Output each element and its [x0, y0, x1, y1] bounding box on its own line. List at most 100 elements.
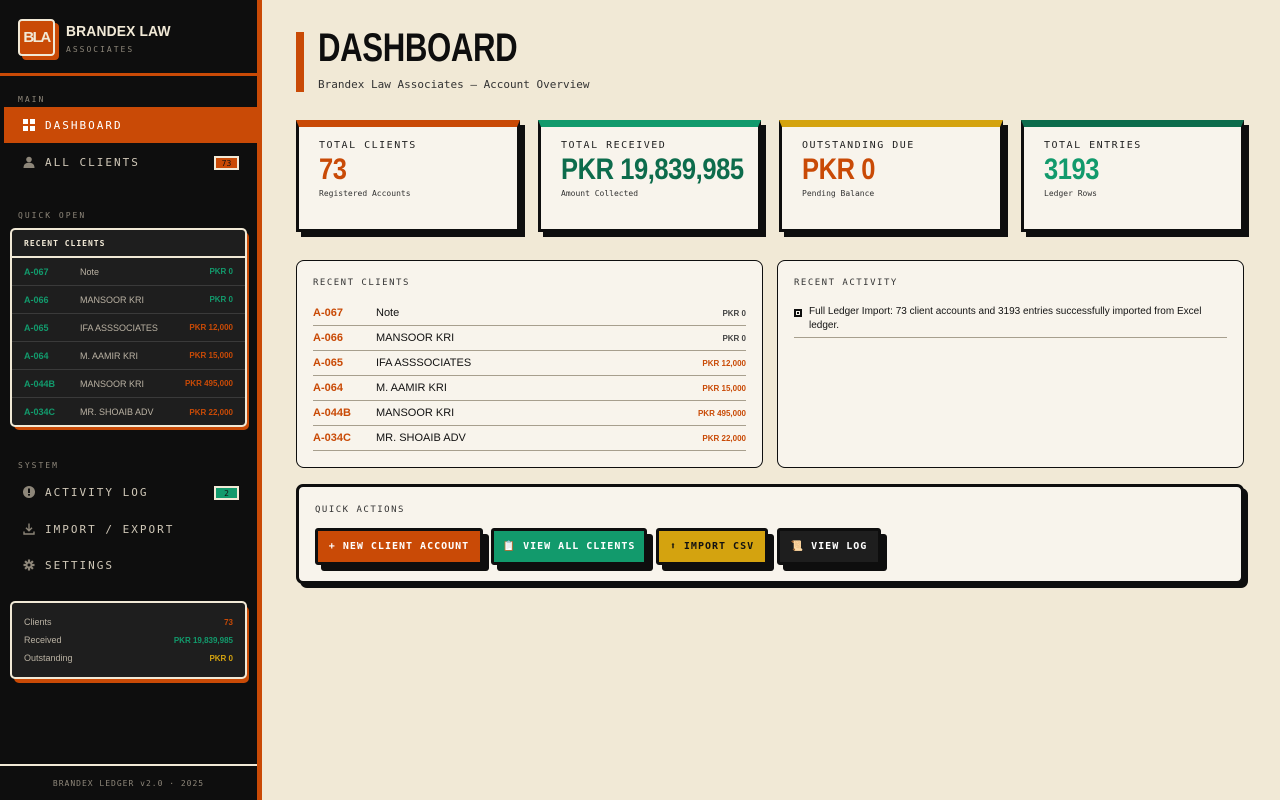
client-name: IFA ASSSOCIATES — [80, 322, 158, 333]
client-row[interactable]: A-064 M. AAMIR KRI PKR 15,000 — [313, 376, 746, 401]
nav-all-clients[interactable]: ALL CLIENTS 73 — [4, 144, 257, 180]
client-name: M. AAMIR KRI — [376, 382, 447, 394]
quick-client-row[interactable]: A-065 IFA ASSSOCIATES PKR 12,000 — [12, 314, 245, 342]
gear-icon — [22, 558, 36, 572]
nav-settings[interactable]: SETTINGS — [4, 547, 257, 583]
client-name: Note — [376, 307, 400, 319]
recent-clients-panel: RECENT CLIENTS A-067 Note PKR 0 A-066 MA… — [296, 260, 763, 468]
page-title: DASHBOARD — [318, 26, 518, 70]
client-amount: PKR 0 — [722, 333, 746, 343]
client-amount: PKR 22,000 — [189, 407, 233, 417]
section-label-quick-open: QUICK OPEN — [18, 211, 87, 220]
client-amount: PKR 22,000 — [702, 433, 746, 443]
sidebar-edge — [257, 0, 262, 800]
card-outstanding-due: OUTSTANDING DUE PKR 0 Pending Balance — [779, 120, 1003, 232]
client-row[interactable]: A-044B MANSOOR KRI PKR 495,000 — [313, 401, 746, 426]
client-amount: PKR 12,000 — [189, 323, 233, 332]
client-name: MANSOOR KRI — [80, 294, 145, 305]
stat-label: Received — [24, 635, 62, 645]
panel-label: RECENT CLIENTS — [313, 278, 410, 288]
brand-header: BLA BRANDEX LAW ASSOCIATES — [0, 0, 257, 76]
import-csv-button[interactable]: ⬆ IMPORT CSV — [656, 528, 768, 565]
card-total-clients: TOTAL CLIENTS 73 Registered Accounts — [296, 120, 520, 232]
brand-name: BRANDEX LAW — [66, 23, 171, 40]
card-total-received: TOTAL RECEIVED PKR 19,839,985 Amount Col… — [538, 120, 761, 232]
client-row[interactable]: A-065 IFA ASSSOCIATES PKR 12,000 — [313, 351, 746, 376]
client-amount: PKR 12,000 — [702, 358, 746, 368]
card-label: TOTAL CLIENTS — [319, 140, 417, 151]
quick-client-row[interactable]: A-067 Note PKR 0 — [12, 258, 245, 286]
card-label: TOTAL RECEIVED — [561, 140, 667, 151]
client-amount: PKR 15,000 — [189, 351, 233, 360]
nav-label: SETTINGS — [45, 558, 114, 572]
view-log-button[interactable]: 📜 VIEW LOG — [777, 528, 881, 565]
client-amount: PKR 0 — [209, 267, 233, 276]
client-name: MANSOOR KRI — [80, 378, 145, 389]
client-id[interactable]: A-065 — [313, 357, 376, 369]
nav-label: ALL CLIENTS — [45, 155, 140, 169]
client-id: A-064 — [24, 350, 49, 361]
client-name: Note — [80, 266, 100, 277]
client-name: MR. SHOAIB ADV — [80, 407, 154, 417]
grid-icon — [22, 118, 36, 132]
new-client-account-button[interactable]: + NEW CLIENT ACCOUNT — [315, 528, 483, 565]
client-id[interactable]: A-044B — [313, 407, 376, 419]
quick-client-row[interactable]: A-064 M. AAMIR KRI PKR 15,000 — [12, 342, 245, 370]
stat-row-clients: Clients 73 — [24, 613, 233, 631]
view-all-clients-button[interactable]: 📋 VIEW ALL CLIENTS — [491, 528, 647, 565]
client-amount: PKR 15,000 — [702, 383, 746, 393]
quick-client-row[interactable]: A-066 MANSOOR KRI PKR 0 — [12, 286, 245, 314]
sidebar: BLA BRANDEX LAW ASSOCIATES MAIN DASHBOAR… — [0, 0, 257, 800]
client-id: A-034C — [24, 407, 56, 417]
stat-value: PKR 19,839,985 — [173, 635, 233, 645]
nav-activity-log[interactable]: ACTIVITY LOG 2 — [4, 474, 257, 510]
quick-panel-title: RECENT CLIENTS — [12, 230, 245, 258]
client-id[interactable]: A-066 — [313, 332, 376, 344]
sidebar-stats-panel: Clients 73 Received PKR 19,839,985 Outst… — [10, 601, 247, 679]
client-row[interactable]: A-067 Note PKR 0 — [313, 301, 746, 326]
quick-actions-panel: QUICK ACTIONS + NEW CLIENT ACCOUNT 📋 VIE… — [296, 484, 1244, 584]
client-name: M. AAMIR KRI — [80, 350, 139, 361]
nav-dashboard[interactable]: DASHBOARD — [4, 107, 257, 143]
panel-label: RECENT ACTIVITY — [794, 278, 898, 288]
stat-value: PKR 0 — [209, 653, 233, 663]
quick-open-panel: RECENT CLIENTS A-067 Note PKR 0 A-066 MA… — [10, 228, 247, 427]
stat-row-received: Received PKR 19,839,985 — [24, 631, 233, 649]
card-value: PKR 0 — [802, 153, 875, 186]
card-total-entries: TOTAL ENTRIES 3193 Ledger Rows — [1021, 120, 1244, 232]
client-id: A-066 — [24, 294, 49, 305]
client-count-badge: 73 — [214, 156, 239, 170]
nav-import-export[interactable]: IMPORT / EXPORT — [4, 511, 257, 547]
section-label-system: SYSTEM — [18, 461, 59, 470]
user-icon — [22, 155, 36, 169]
client-id: A-067 — [24, 266, 49, 277]
client-row[interactable]: A-034C MR. SHOAIB ADV PKR 22,000 — [313, 426, 746, 451]
stat-row-outstanding: Outstanding PKR 0 — [24, 649, 233, 667]
client-name: IFA ASSSOCIATES — [376, 357, 472, 369]
client-id[interactable]: A-064 — [313, 382, 376, 394]
client-row[interactable]: A-066 MANSOOR KRI PKR 0 — [313, 326, 746, 351]
nav-label: ACTIVITY LOG — [45, 485, 149, 499]
client-amount: PKR 0 — [722, 308, 746, 318]
client-id[interactable]: A-034C — [313, 432, 376, 444]
card-label: TOTAL ENTRIES — [1044, 140, 1142, 151]
quick-client-row[interactable]: A-034C MR. SHOAIB ADV PKR 22,000 — [12, 398, 245, 425]
brand-subtitle: ASSOCIATES — [66, 45, 135, 54]
title-accent-bar — [296, 32, 304, 92]
card-sub: Amount Collected — [561, 189, 639, 198]
log-entry-icon — [794, 309, 802, 317]
activity-count-badge: 2 — [214, 486, 239, 500]
panel-label: QUICK ACTIONS — [315, 505, 405, 515]
section-label-main: MAIN — [18, 95, 46, 104]
client-name: MANSOOR KRI — [376, 407, 455, 419]
activity-text: Full Ledger Import: 73 client accounts a… — [809, 306, 1202, 331]
page-subtitle: Brandex Law Associates — Account Overvie… — [318, 78, 590, 91]
client-id: A-044B — [24, 378, 56, 389]
quick-client-row[interactable]: A-044B MANSOOR KRI PKR 495,000 — [12, 370, 245, 398]
client-id[interactable]: A-067 — [313, 307, 376, 319]
client-name: MANSOOR KRI — [376, 332, 455, 344]
client-name: MR. SHOAIB ADV — [376, 432, 466, 444]
stat-label: Clients — [24, 617, 52, 627]
logo[interactable]: BLA — [18, 19, 55, 56]
client-amount: PKR 0 — [209, 295, 233, 304]
